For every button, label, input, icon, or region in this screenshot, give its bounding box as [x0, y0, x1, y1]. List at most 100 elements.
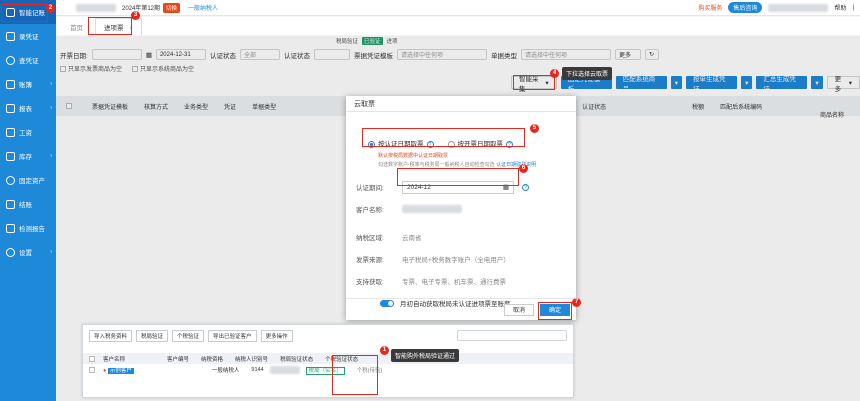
inset-verify-screenshot: 导入税务资料 税局验证 个税验证 导出已验证客户 更多操作 客户名称 客户编号 … [82, 324, 574, 398]
more-ops-button[interactable]: 更多操作 [260, 330, 293, 342]
radio-by-invoice-date[interactable]: 按开票日期取票? [447, 138, 513, 148]
sidebar-item-label: 工资 [19, 130, 32, 137]
blurred-user-name [768, 3, 829, 12]
fetch-mode-radio-group: 按认证日期取票? 按开票日期取票? [368, 136, 566, 150]
column-header: 客户编号 [167, 356, 190, 363]
sidebar-item-label: 设置 [19, 250, 32, 257]
personal-tax-verify-button[interactable]: 个税验证 [172, 330, 205, 342]
chevron-right-icon: › [50, 81, 52, 87]
cert-period-value: 2024-12 [407, 183, 431, 191]
salary-icon [6, 127, 15, 137]
switch-period-button[interactable]: 切换 [163, 2, 181, 13]
import-tax-data-button[interactable]: 导入税务资料 [89, 330, 133, 342]
client-row: 客户名称: [356, 200, 566, 218]
client-name: 示例客户 [107, 367, 134, 374]
column-header: 税局验证状态 [280, 356, 314, 363]
personal-status-cell: 个税(待验) [356, 367, 383, 374]
export-verified-button[interactable]: 导出已验证客户 [208, 330, 257, 342]
dialog-footer: 取消 确定 [346, 298, 576, 320]
cert-period-input[interactable]: 2024-12 ▦ [402, 180, 514, 194]
annotation-number: 2 [46, 4, 55, 13]
tab-input-invoice[interactable]: 进项票 × [95, 18, 143, 35]
inset-table-row[interactable]: ● 示例客户 一般纳税人 9144 税局（实名） 个税(待验) [83, 364, 573, 375]
dialog-title: 云取票 [346, 96, 576, 112]
tab-label: 进项票 [104, 25, 124, 32]
tooltip-text: 下拉选择云取票 [566, 72, 609, 78]
sidebar-item-label: 报表 [19, 106, 32, 113]
client-name-cell: ● 示例客户 [97, 366, 140, 374]
radio-by-cert-date[interactable]: 按认证日期取票? [368, 138, 434, 148]
top-bar: 2024年第12期 切换 一般纳税人 购买服务 售后咨询 帮助 | [56, 0, 860, 16]
after-sales-button[interactable]: 售后咨询 [728, 2, 763, 13]
inset-search-input[interactable] [457, 330, 567, 341]
cancel-button[interactable]: 取消 [503, 303, 534, 316]
radio-label: 按开票日期取票 [457, 141, 504, 148]
select-all-checkbox[interactable] [89, 355, 95, 362]
help-icon[interactable]: ? [426, 141, 434, 148]
annotation-number: 7 [572, 298, 581, 307]
blurred-company-name [76, 3, 116, 12]
support-row: 支持获取: 专票、电子专票、机车票、通行费票 [356, 272, 566, 290]
row-checkbox[interactable] [89, 366, 95, 373]
cert-period-row: 认证期间: 2024-12 ▦ ? [356, 178, 566, 196]
radio-unchecked[interactable] [447, 140, 455, 148]
accounting-period: 2024年第12期 [122, 6, 161, 12]
tab-label: 首页 [70, 25, 83, 32]
sidebar-item-reports[interactable]: 报表 › [0, 96, 56, 120]
annotation-number: 1 [380, 346, 389, 355]
annotation-label: 7 [574, 299, 579, 305]
annotation-label: 2 [48, 5, 53, 11]
sidebar-item-closing[interactable]: 结账 [0, 192, 56, 216]
sidebar-item-enter-voucher[interactable]: 录凭证 [0, 24, 56, 48]
inset-toolbar: 导入税务资料 税局验证 个税验证 导出已验证客户 更多操作 [83, 325, 573, 347]
dialog-body: 按认证日期取票? 按开票日期取票? 默认按税局数据中认证日期取票 勾选数字账户-… [346, 112, 576, 316]
sidebar-item-inspection-report[interactable]: 检测报告 [0, 216, 56, 240]
confirm-button[interactable]: 确定 [539, 303, 570, 316]
annotation-label: 5 [532, 125, 537, 131]
buy-service-link[interactable]: 购买服务 [698, 3, 722, 12]
ledger-icon [6, 79, 15, 89]
taxpayer-type: 一般纳税人 [188, 6, 219, 12]
annotation-number: 5 [530, 124, 539, 133]
column-header: 纳税资格 [201, 356, 224, 363]
tax-verify-button[interactable]: 税局验证 [136, 330, 169, 342]
separator: | [852, 4, 854, 11]
chevron-right-icon: › [50, 153, 52, 159]
sidebar-item-ledger[interactable]: 账簿 › [0, 72, 56, 96]
close-icon[interactable]: × [129, 25, 133, 32]
annotation-label: 6 [521, 165, 526, 171]
sidebar-item-label: 账簿 [19, 82, 32, 89]
region-value: 云南省 [402, 235, 422, 242]
sidebar: 智能记账 录凭证 查凭证 账簿 › 报表 › 工资 库存 › 固定资产 结账 检测报告… [0, 0, 56, 401]
annotation-label: 4 [552, 70, 557, 76]
column-header: 客户名称 [103, 356, 126, 363]
help-icon[interactable]: ? [506, 141, 513, 148]
client-label: 客户名称: [356, 207, 384, 214]
sidebar-item-settings[interactable]: 设置 › [0, 240, 56, 264]
column-header: 纳税人识别号 [235, 356, 269, 363]
hint-link[interactable]: 认证日期取票说明 [496, 162, 536, 168]
search-icon [6, 55, 15, 65]
radio-checked[interactable] [368, 140, 375, 148]
help-link[interactable]: 帮助 [834, 3, 846, 12]
fetch-hint-secondary: 勾选数字账户-税率与税务局一般纳税人自动检查勾选 认证日期取票说明 [378, 161, 566, 168]
sidebar-item-fixed-assets[interactable]: 固定资产 [0, 168, 56, 192]
sidebar-item-inventory[interactable]: 库存 › [0, 144, 56, 168]
report-icon [6, 103, 15, 113]
help-icon[interactable]: ? [522, 183, 529, 191]
region-row: 纳税区域: 云南省 [356, 228, 566, 246]
sidebar-item-query-voucher[interactable]: 查凭证 [0, 48, 56, 72]
tab-home[interactable]: 首页 [62, 19, 91, 35]
cert-period-label: 认证期间: [356, 185, 384, 192]
closing-icon [6, 199, 15, 209]
support-value: 专票、电子专票、机车票、通行费票 [402, 279, 506, 286]
tax-id-cell: 9144 [251, 366, 264, 373]
verify-tooltip: 智能购外税局验证通过 [391, 349, 460, 362]
tax-status-badge: 税局（实名） [305, 366, 345, 375]
sidebar-item-salary[interactable]: 工资 [0, 120, 56, 144]
chevron-right-icon: › [50, 105, 52, 111]
annotation-number: 6 [519, 164, 528, 173]
confirm-label: 确定 [548, 308, 561, 314]
blurred-tax-id [269, 365, 300, 374]
dialog-title-text: 云取票 [354, 100, 375, 108]
